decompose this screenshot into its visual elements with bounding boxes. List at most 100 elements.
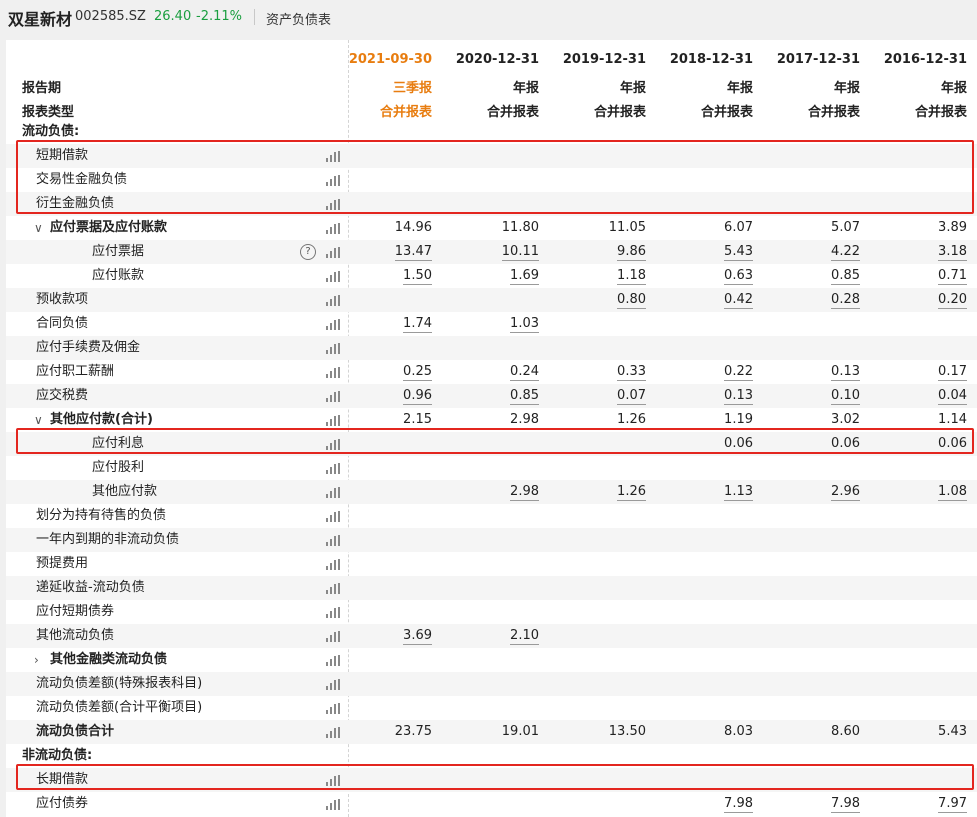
- value-cell: 1.50: [332, 264, 432, 288]
- column-report-type: 合并报表: [486, 105, 539, 120]
- value-cell: 2.10: [439, 624, 539, 648]
- cell-value[interactable]: 1.18: [617, 268, 646, 285]
- column-report-date[interactable]: 2019-12-31: [546, 52, 646, 67]
- expand-chevron-icon[interactable]: ›: [34, 648, 39, 672]
- cell-value[interactable]: 0.85: [831, 268, 860, 285]
- table-row: 流动负债差额(合计平衡项目): [6, 696, 977, 720]
- value-cell: [867, 528, 967, 552]
- cell-value[interactable]: 2.10: [510, 628, 539, 645]
- cell-value[interactable]: 0.10: [831, 388, 860, 405]
- header-divider: [254, 9, 255, 25]
- cell-value[interactable]: 1.26: [617, 484, 646, 501]
- cell-value[interactable]: 1.69: [510, 268, 539, 285]
- value-cell: [332, 552, 432, 576]
- value-cell: [546, 672, 646, 696]
- cell-value[interactable]: 5.43: [724, 244, 753, 261]
- cell-value[interactable]: 0.13: [724, 388, 753, 405]
- cell-value[interactable]: 7.97: [938, 796, 967, 813]
- cell-value[interactable]: 1.50: [403, 268, 432, 285]
- stock-name[interactable]: 双星新材: [8, 6, 72, 30]
- cell-value[interactable]: 7.98: [724, 796, 753, 813]
- cell-value[interactable]: 0.24: [510, 364, 539, 381]
- value-cell: [760, 528, 860, 552]
- row-label: 应付手续费及佣金: [36, 340, 141, 355]
- cell-value[interactable]: 8.60: [831, 724, 860, 739]
- cell-value[interactable]: 3.18: [938, 244, 967, 261]
- table-row: 应付手续费及佣金: [6, 336, 977, 360]
- cell-value[interactable]: 1.03: [510, 316, 539, 333]
- cell-value[interactable]: 0.17: [938, 364, 967, 381]
- cell-value[interactable]: 2.98: [510, 484, 539, 501]
- value-cell: 0.25: [332, 360, 432, 384]
- cell-value[interactable]: 14.96: [395, 220, 432, 235]
- row-label: 预收款项: [36, 292, 89, 307]
- column-report-type: 合并报表: [914, 105, 967, 120]
- stock-price: 26.40: [154, 9, 192, 24]
- cell-value[interactable]: 11.80: [502, 220, 539, 235]
- column-report-date[interactable]: 2021-09-30: [332, 52, 432, 67]
- cell-value[interactable]: 1.19: [724, 412, 753, 427]
- cell-value[interactable]: 8.03: [724, 724, 753, 739]
- cell-value[interactable]: 2.98: [510, 412, 539, 427]
- column-report-date[interactable]: 2017-12-31: [760, 52, 860, 67]
- cell-value[interactable]: 2.96: [831, 484, 860, 501]
- cell-value[interactable]: 0.63: [724, 268, 753, 285]
- cell-value[interactable]: 19.01: [502, 724, 539, 739]
- cell-value[interactable]: 0.22: [724, 364, 753, 381]
- cell-value[interactable]: 0.42: [724, 292, 753, 309]
- collapse-chevron-icon[interactable]: ∨: [34, 216, 43, 240]
- value-cell: 5.07: [760, 216, 860, 240]
- cell-value[interactable]: 1.08: [938, 484, 967, 501]
- column-report-date[interactable]: 2016-12-31: [867, 52, 967, 67]
- row-label: 流动负债差额(特殊报表科目): [36, 676, 203, 691]
- value-cell: [653, 624, 753, 648]
- cell-value[interactable]: 13.47: [394, 244, 432, 261]
- cell-value[interactable]: 5.43: [938, 724, 967, 739]
- help-icon[interactable]: ?: [300, 244, 316, 260]
- cell-value[interactable]: 13.50: [609, 724, 646, 739]
- cell-value[interactable]: 7.98: [831, 796, 860, 813]
- cell-value[interactable]: 1.14: [938, 412, 967, 427]
- row-label: 流动负债合计: [36, 724, 115, 739]
- highlight-box-interest-payable: [16, 428, 974, 454]
- cell-value[interactable]: 0.13: [831, 364, 860, 381]
- value-cell: [760, 456, 860, 480]
- cell-value[interactable]: 3.89: [938, 220, 967, 235]
- report-title[interactable]: 资产负债表: [266, 9, 331, 28]
- cell-value[interactable]: 0.25: [403, 364, 432, 381]
- cell-value[interactable]: 1.13: [724, 484, 753, 501]
- cell-value[interactable]: 1.74: [403, 316, 432, 333]
- value-cell: [653, 312, 753, 336]
- cell-value[interactable]: 0.71: [938, 268, 967, 285]
- cell-value[interactable]: 0.20: [938, 292, 967, 309]
- row-label: 其他应付款: [92, 484, 158, 499]
- cell-value[interactable]: 0.80: [617, 292, 646, 309]
- value-cell: 19.01: [439, 720, 539, 744]
- value-cell: [439, 288, 539, 312]
- cell-value[interactable]: 0.85: [510, 388, 539, 405]
- cell-value[interactable]: 3.69: [403, 628, 432, 645]
- cell-value[interactable]: 9.86: [617, 244, 646, 261]
- value-cell: [546, 624, 646, 648]
- cell-value[interactable]: 11.05: [609, 220, 646, 235]
- value-cell: [439, 504, 539, 528]
- row-label: 递延收益-流动负债: [36, 580, 145, 595]
- cell-value[interactable]: 4.22: [831, 244, 860, 261]
- cell-value[interactable]: 3.02: [831, 412, 860, 427]
- column-report-date[interactable]: 2020-12-31: [439, 52, 539, 67]
- cell-value[interactable]: 1.26: [617, 412, 646, 427]
- cell-value[interactable]: 6.07: [724, 220, 753, 235]
- row-label: 流动负债差额(合计平衡项目): [36, 700, 203, 715]
- cell-value[interactable]: 0.04: [938, 388, 967, 405]
- cell-value[interactable]: 5.07: [831, 220, 860, 235]
- cell-value[interactable]: 0.28: [831, 292, 860, 309]
- cell-value[interactable]: 10.11: [501, 244, 539, 261]
- value-cell: 2.96: [760, 480, 860, 504]
- cell-value[interactable]: 2.15: [403, 412, 432, 427]
- cell-value[interactable]: 0.07: [617, 388, 646, 405]
- cell-value[interactable]: 23.75: [395, 724, 432, 739]
- cell-value[interactable]: 0.96: [403, 388, 432, 405]
- cell-value[interactable]: 0.33: [617, 364, 646, 381]
- value-cell: [332, 672, 432, 696]
- column-report-date[interactable]: 2018-12-31: [653, 52, 753, 67]
